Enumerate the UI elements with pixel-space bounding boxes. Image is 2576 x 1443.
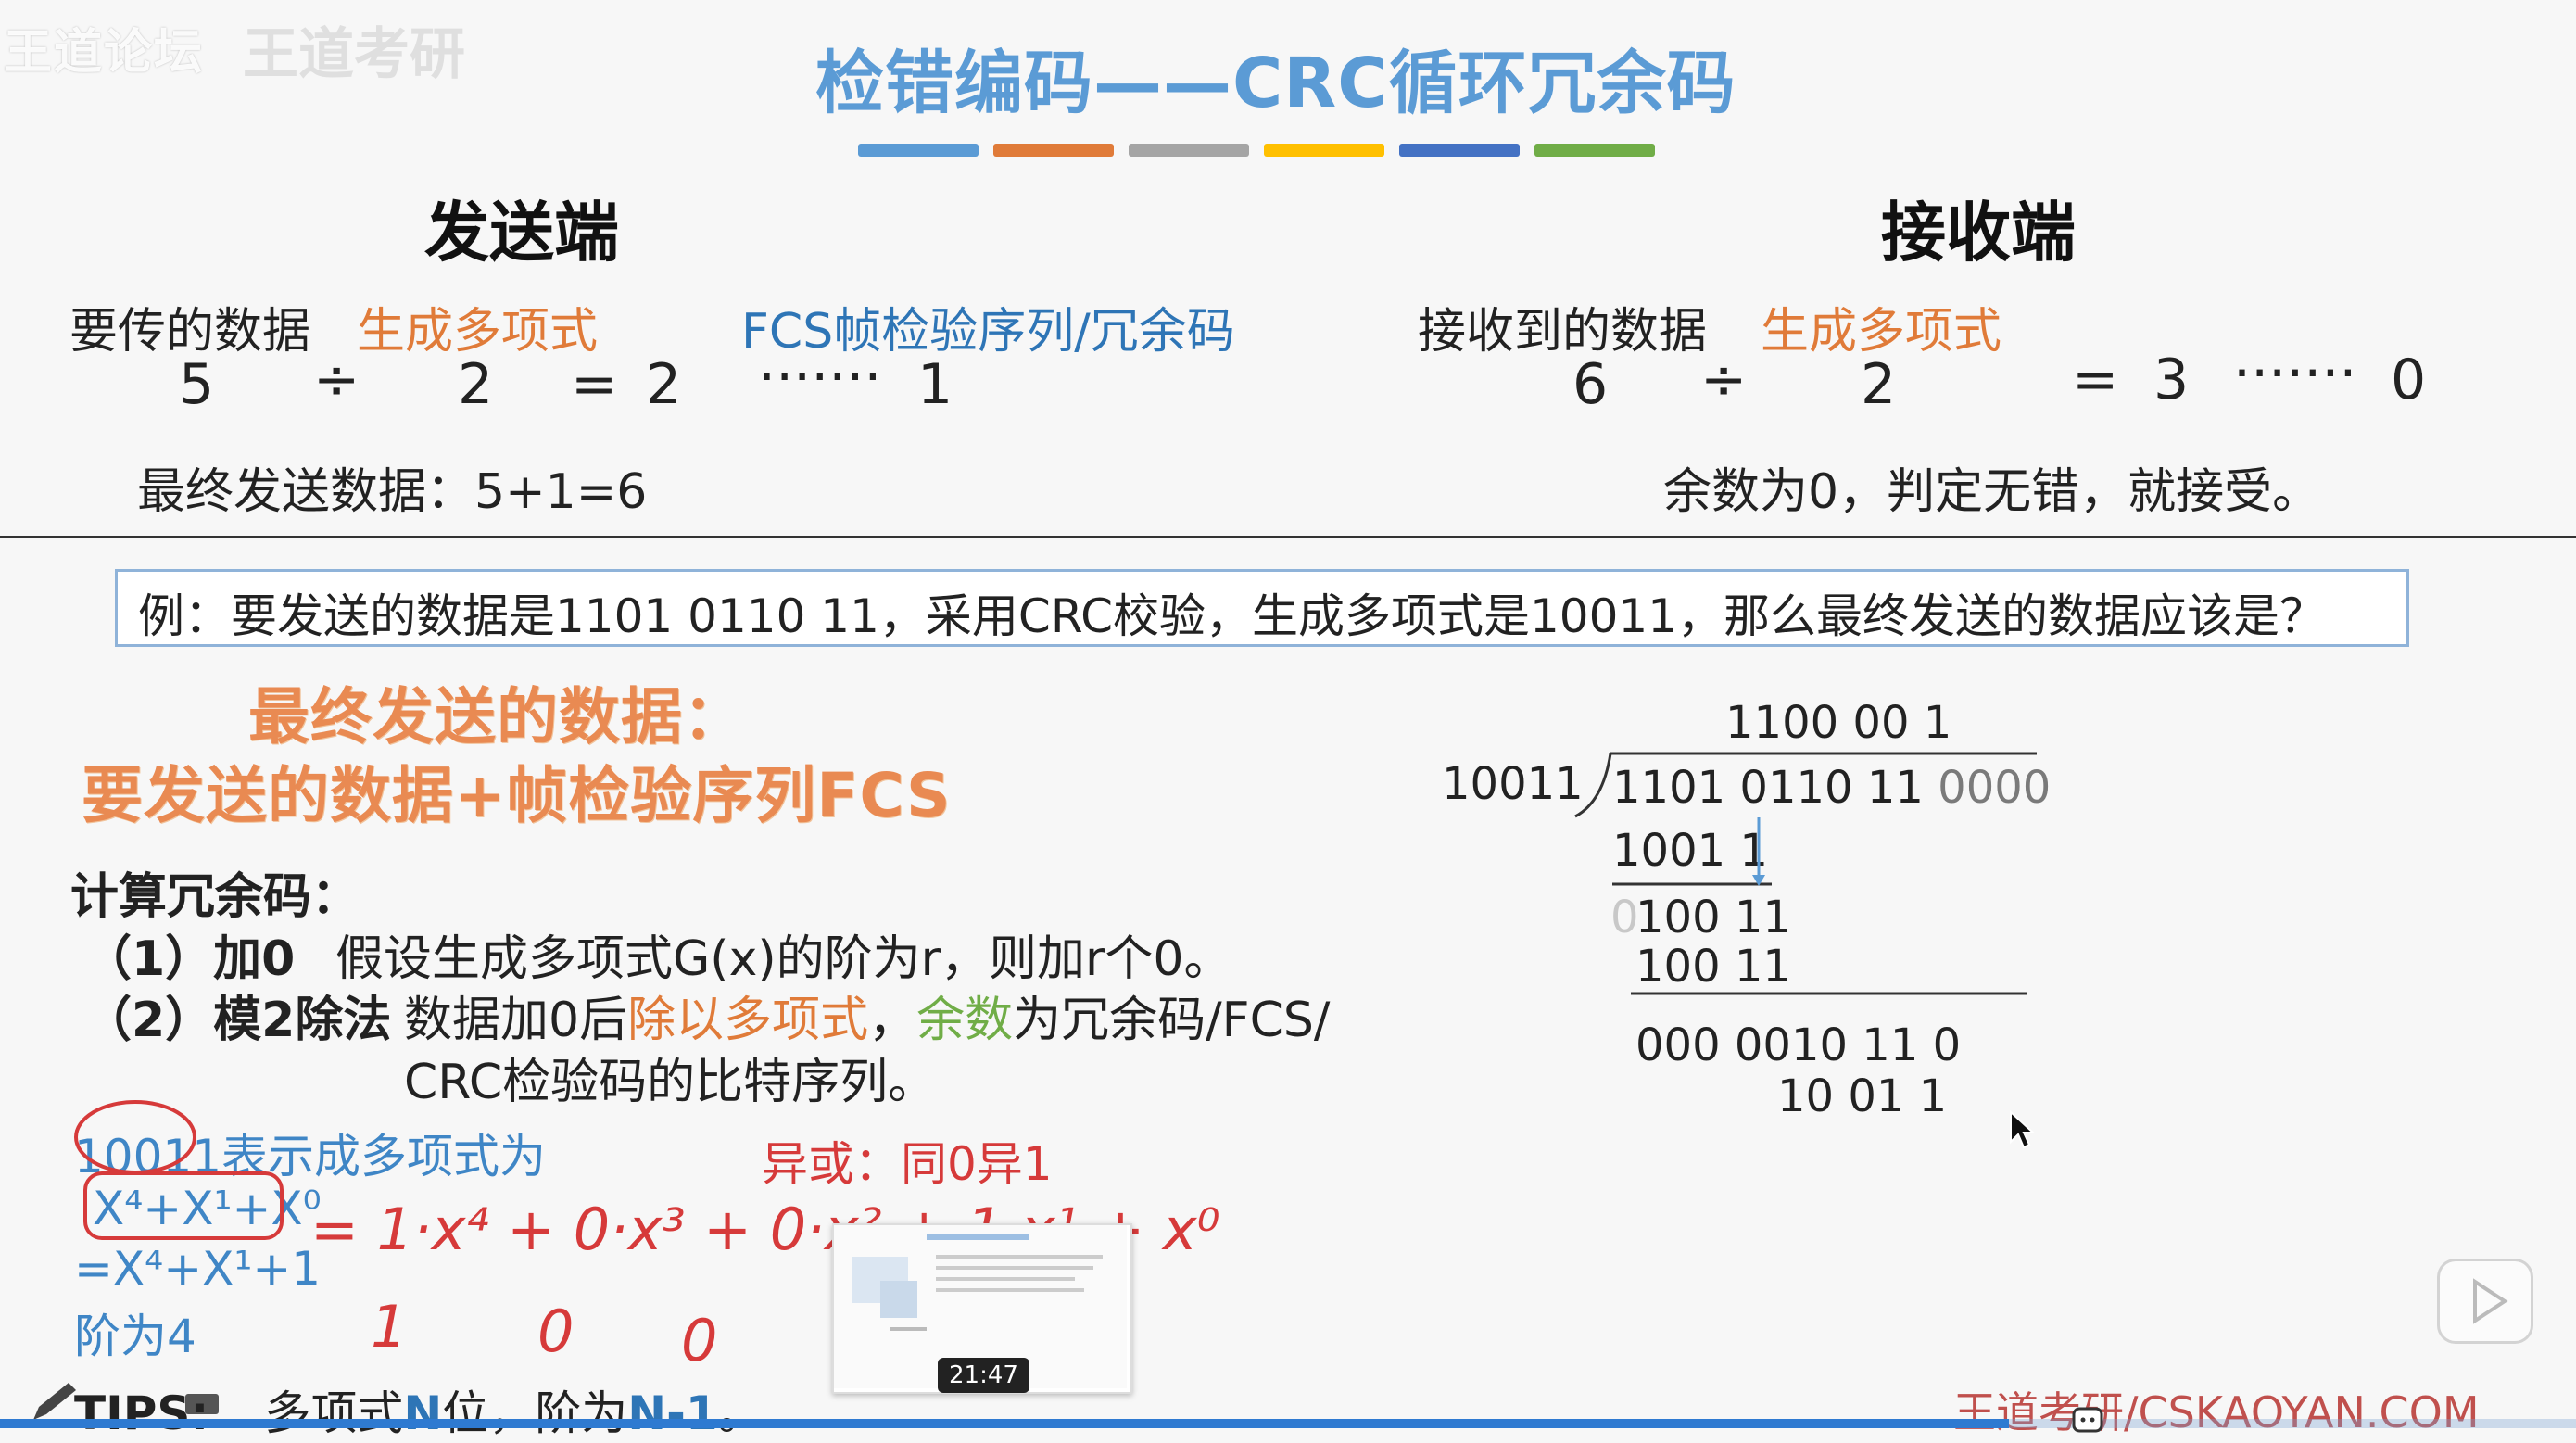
- handwritten-coef-2: 0: [537, 1297, 575, 1365]
- division-step3: 10 01 1: [1777, 1070, 1948, 1122]
- title-stripe: [1399, 144, 1520, 157]
- tips-a: 多项式: [264, 1386, 404, 1440]
- sender-data-label: 要传的数据: [69, 304, 311, 360]
- calc-step2-comma: ，: [868, 993, 917, 1048]
- receiver-divide-sign: ÷: [1700, 348, 1748, 412]
- handwritten-box: [83, 1171, 284, 1240]
- calc-step2-continuation: CRC检验码的比特序列。: [404, 1055, 937, 1110]
- section-divider: [0, 536, 2576, 538]
- sender-dividend: 5: [179, 352, 215, 417]
- sender-heading: 发送端: [424, 195, 619, 271]
- handwritten-coef-1: 1: [371, 1293, 408, 1361]
- video-progress-fill: [0, 1419, 2009, 1428]
- faint-watermark: 王道考研: [243, 22, 465, 87]
- receiver-heading: 接收端: [1881, 195, 2076, 271]
- sender-poly-label: 生成多项式: [357, 304, 599, 360]
- calc-step2-label: （2）模2除法: [83, 993, 392, 1048]
- division-dividend-bits: 1101 0110 11: [1612, 762, 1924, 814]
- division-padding: 0000: [1938, 762, 2052, 814]
- division-divisor: 10011: [1442, 758, 1584, 810]
- sender-divisor: 2: [458, 352, 494, 417]
- receiver-poly-label: 生成多项式: [1761, 304, 2002, 360]
- calc-step2-remainder: 余数: [916, 993, 1014, 1048]
- division-partial-lead: 0: [1610, 892, 1639, 943]
- tips-c: 位，阶为: [442, 1386, 628, 1440]
- tips-line: TIPS: 多项式N位，阶为N-1。: [74, 1376, 764, 1443]
- receiver-dividend: 6: [1572, 352, 1609, 417]
- receiver-dots: ·······: [2233, 341, 2357, 406]
- example-question-text: 例：要发送的数据是1101 0110 11，采用CRC校验，生成多项式是1001…: [138, 589, 2327, 643]
- forum-watermark: 王道论坛: [4, 25, 205, 81]
- division-step1-line: [1612, 817, 1772, 886]
- calc-step2-divide: 除以多项式: [627, 993, 869, 1048]
- calc-step1-text: 假设生成多项式G(x)的阶为r，则加r个0。: [335, 931, 1232, 987]
- receiver-quotient: 3: [2153, 348, 2190, 412]
- tips-n-minus-1: N-1: [627, 1386, 718, 1440]
- sender-dots: ·······: [758, 345, 882, 410]
- receiver-final-line: 余数为0，判定无错，就接受。: [1663, 464, 2321, 520]
- sender-divide-sign: ÷: [313, 348, 360, 412]
- sender-equals: =: [571, 352, 618, 417]
- play-icon: [2473, 1278, 2508, 1324]
- division-result: 000 0010 11 0: [1635, 1019, 1962, 1071]
- tips-n: N: [403, 1386, 443, 1440]
- sender-remainder: 1: [917, 352, 953, 417]
- sender-quotient: 2: [646, 352, 682, 417]
- division-quotient: 1100 00 1: [1725, 697, 1952, 749]
- tips-prefix: TIPS:: [74, 1386, 209, 1440]
- title-stripe: [858, 144, 979, 157]
- title-stripe: [1129, 144, 1249, 157]
- receiver-data-label: 接收到的数据: [1418, 304, 1708, 360]
- example-question-box: 例：要发送的数据是1101 0110 11，采用CRC校验，生成多项式是1001…: [115, 569, 2409, 647]
- title-stripe: [1534, 144, 1655, 157]
- division-dividend: 1101 0110 11 0000: [1612, 762, 2051, 814]
- calc-heading: 计算冗余码：: [70, 869, 360, 925]
- mouse-cursor-icon: [2010, 1110, 2036, 1149]
- slide-title: 检错编码——CRC循环冗余码: [815, 44, 1736, 123]
- final-data-title: 最终发送的数据：: [248, 681, 745, 753]
- seek-preview-time: 21:47: [938, 1358, 1029, 1393]
- calc-step2-text: 数据加0后除以多项式，余数为冗余码/FCS/: [404, 981, 1330, 1050]
- receiver-divisor: 2: [1861, 352, 1897, 417]
- calc-step2-e: 为冗余码/FCS/: [1013, 993, 1331, 1048]
- calc-step2-a: 数据加0后: [404, 993, 628, 1048]
- handwritten-poly-simplified: =X⁴+X¹+1: [74, 1242, 322, 1296]
- final-data-formula: 要发送的数据+帧检验序列FCS: [82, 760, 952, 831]
- play-button[interactable]: [2437, 1259, 2533, 1344]
- handwritten-order: 阶为4: [74, 1310, 196, 1363]
- xor-rule: 异或：同0异1: [762, 1137, 1053, 1191]
- handwritten-circle: [74, 1100, 196, 1174]
- footer-brand: 王道考研/CSKAOYAN.COM: [1953, 1387, 2480, 1437]
- sender-final-line: 最终发送数据：5+1=6: [137, 464, 648, 520]
- division-step2-line: [1631, 992, 2027, 995]
- division-partial: 100 11: [1635, 892, 1791, 943]
- title-stripe: [993, 144, 1114, 157]
- division-step2: 100 11: [1635, 941, 1791, 993]
- handwritten-coef-3: 0: [681, 1307, 718, 1374]
- progress-handle-icon[interactable]: [2070, 1405, 2107, 1433]
- title-stripe: [1264, 144, 1384, 157]
- calc-step1-label: （1）加0: [83, 931, 296, 987]
- receiver-equals: =: [2072, 348, 2119, 412]
- receiver-remainder: 0: [2391, 348, 2427, 412]
- tips-e: 。: [717, 1386, 764, 1440]
